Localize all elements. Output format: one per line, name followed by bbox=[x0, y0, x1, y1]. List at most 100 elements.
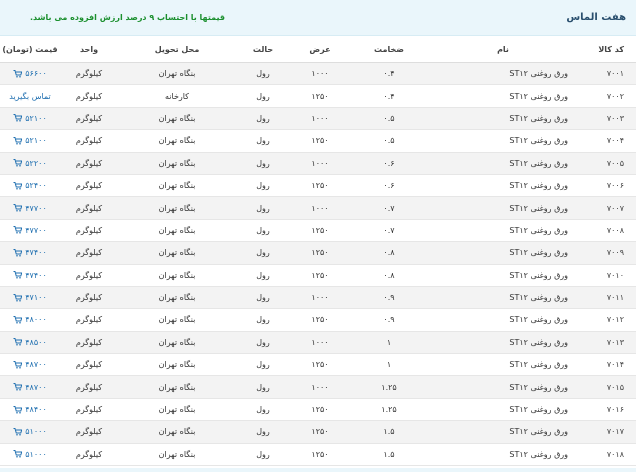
header-width: عرض bbox=[290, 36, 350, 63]
cell-thickness: ۰.۵ bbox=[350, 129, 428, 153]
cell-price[interactable]: ۴۷۱۰۰ bbox=[0, 286, 60, 310]
cell-code: ۷۰۱۸ bbox=[578, 443, 636, 467]
cell-name: ورق روغنی ST۱۲ bbox=[428, 420, 578, 444]
header-thickness: ضخامت bbox=[350, 36, 428, 63]
cart-icon[interactable] bbox=[13, 226, 23, 234]
cell-name: ورق روغنی ST۱۲ bbox=[428, 375, 578, 399]
vat-notice: قیمتها با احتساب ۹ درصد ارزش افزوده می ب… bbox=[30, 13, 225, 22]
header-delivery: محل تحویل bbox=[118, 36, 236, 63]
table-row: ۷۰۰۵ ورق روغنی ST۱۲ ۰.۶ ۱۰۰۰ رول بنگاه تهران ک… bbox=[0, 152, 636, 175]
cell-name: ورق روغنی ST۱۲ bbox=[428, 331, 578, 355]
cell-form: رول bbox=[236, 264, 290, 287]
cell-form: رول bbox=[236, 174, 290, 198]
price-value: ۵۲۲۰۰ bbox=[25, 158, 47, 168]
cell-code: ۷۰۱۵ bbox=[578, 375, 636, 399]
cell-form: رول bbox=[236, 152, 290, 175]
table-row: ۷۰۱۵ ورق روغنی ST۱۲ ۱.۲۵ ۱۰۰۰ رول بنگاه تهران… bbox=[0, 375, 636, 399]
cell-width: ۱۲۵۰ bbox=[290, 398, 350, 422]
table-header-row: کد کالا نام ضخامت عرض حالت محل تحویل واح… bbox=[0, 36, 636, 63]
price-table: کد کالا نام ضخامت عرض حالت محل تحویل واح… bbox=[0, 36, 636, 467]
cell-price[interactable]: ۵۱۰۰۰ bbox=[0, 420, 60, 444]
cell-form: رول bbox=[236, 286, 290, 310]
cell-price[interactable]: ۵۲۱۰۰ bbox=[0, 129, 60, 153]
cart-icon[interactable] bbox=[13, 159, 23, 167]
cart-icon[interactable] bbox=[13, 315, 23, 324]
cell-name: ورق روغنی ST۱۲ bbox=[428, 219, 578, 243]
cell-name: ورق روغنی ST۱۲ bbox=[428, 241, 578, 265]
header-name: نام bbox=[428, 36, 578, 63]
cell-price[interactable]: ۴۸۰۰۰ bbox=[0, 308, 60, 332]
cell-price[interactable]: ۴۷۴۰۰ bbox=[0, 264, 60, 287]
cart-icon[interactable] bbox=[13, 405, 23, 414]
cart-icon[interactable] bbox=[13, 69, 23, 78]
table-body: ۷۰۰۱ ورق روغنی ST۱۲ ۰.۴ ۱۰۰۰ رول بنگاه تهران ک… bbox=[0, 62, 636, 467]
cart-icon[interactable] bbox=[13, 293, 23, 302]
cell-delivery: کارخانه bbox=[118, 84, 236, 108]
cell-unit: کیلوگرم bbox=[60, 196, 118, 220]
price-value: تماس بگیرید bbox=[9, 91, 51, 101]
price-value: ۵۱۰۰۰ bbox=[25, 449, 47, 459]
cart-icon[interactable] bbox=[13, 204, 23, 212]
cell-thickness: ۱.۵ bbox=[350, 443, 428, 467]
cart-icon[interactable] bbox=[13, 338, 23, 346]
cell-width: ۱۲۵۰ bbox=[290, 264, 350, 287]
cell-delivery: بنگاه تهران bbox=[118, 62, 236, 86]
cell-thickness: ۰.۶ bbox=[350, 152, 428, 175]
cell-code: ۷۰۰۲ bbox=[578, 84, 636, 108]
table-row: ۷۰۱۸ ورق روغنی ST۱۲ ۱.۵ ۱۲۵۰ رول بنگاه تهران ک… bbox=[0, 443, 636, 467]
cell-price: تماس بگیرید bbox=[0, 84, 60, 108]
cell-code: ۷۰۱۳ bbox=[578, 331, 636, 355]
cell-unit: کیلوگرم bbox=[60, 331, 118, 355]
cell-price[interactable]: ۴۸۷۰۰ bbox=[0, 375, 60, 399]
cell-price[interactable]: ۵۲۲۰۰ bbox=[0, 152, 60, 175]
cell-unit: کیلوگرم bbox=[60, 286, 118, 310]
cell-price[interactable]: ۵۱۰۰۰ bbox=[0, 443, 60, 467]
cell-delivery: بنگاه تهران bbox=[118, 353, 236, 377]
cell-width: ۱۲۵۰ bbox=[290, 174, 350, 198]
cell-width: ۱۰۰۰ bbox=[290, 196, 350, 220]
cell-price[interactable]: ۴۸۴۰۰ bbox=[0, 398, 60, 422]
cell-delivery: بنگاه تهران bbox=[118, 286, 236, 310]
cell-thickness: ۱.۵ bbox=[350, 420, 428, 444]
cell-price[interactable]: ۴۸۵۰۰ bbox=[0, 331, 60, 355]
price-value: ۴۷۷۰۰ bbox=[25, 225, 47, 235]
header-form: حالت bbox=[236, 36, 290, 63]
cell-delivery: بنگاه تهران bbox=[118, 420, 236, 444]
cell-price[interactable]: ۵۲۱۰۰ bbox=[0, 107, 60, 131]
cart-icon[interactable] bbox=[13, 271, 23, 279]
cell-delivery: بنگاه تهران bbox=[118, 308, 236, 332]
cell-delivery: بنگاه تهران bbox=[118, 375, 236, 399]
cell-thickness: ۰.۶ bbox=[350, 174, 428, 198]
cell-form: رول bbox=[236, 331, 290, 355]
cell-price[interactable]: ۴۸۷۰۰ bbox=[0, 353, 60, 377]
cart-icon[interactable] bbox=[13, 136, 23, 145]
price-value: ۵۲۱۰۰ bbox=[25, 113, 47, 123]
cart-icon[interactable] bbox=[13, 450, 23, 458]
cart-icon[interactable] bbox=[13, 181, 23, 190]
cell-unit: کیلوگرم bbox=[60, 219, 118, 243]
cart-icon[interactable] bbox=[13, 114, 23, 123]
cell-price[interactable]: ۴۷۷۰۰ bbox=[0, 219, 60, 243]
cart-icon[interactable] bbox=[13, 360, 23, 369]
cell-delivery: بنگاه تهران bbox=[118, 196, 236, 220]
cart-icon[interactable] bbox=[13, 383, 23, 391]
table-row: ۷۰۰۴ ورق روغنی ST۱۲ ۰.۵ ۱۲۵۰ رول بنگاه تهران ک… bbox=[0, 129, 636, 153]
cell-unit: کیلوگرم bbox=[60, 398, 118, 422]
cell-form: رول bbox=[236, 420, 290, 444]
cart-icon[interactable] bbox=[13, 427, 23, 436]
cell-price[interactable]: ۵۶۶۰۰ bbox=[0, 62, 60, 86]
cell-price[interactable]: ۴۷۷۰۰ bbox=[0, 196, 60, 220]
cell-thickness: ۱ bbox=[350, 353, 428, 377]
cell-form: رول bbox=[236, 241, 290, 265]
cell-price[interactable]: ۵۲۴۰۰ bbox=[0, 174, 60, 198]
cell-price[interactable]: ۴۷۴۰۰ bbox=[0, 241, 60, 265]
cell-unit: کیلوگرم bbox=[60, 420, 118, 444]
footer-strip bbox=[0, 468, 636, 472]
cart-icon[interactable] bbox=[13, 248, 23, 257]
table-row: ۷۰۱۱ ورق روغنی ST۱۲ ۰.۹ ۱۰۰۰ رول بنگاه تهران ک… bbox=[0, 286, 636, 310]
table-row: ۷۰۰۳ ورق روغنی ST۱۲ ۰.۵ ۱۰۰۰ رول بنگاه تهران ک… bbox=[0, 107, 636, 131]
cell-delivery: بنگاه تهران bbox=[118, 219, 236, 243]
cell-name: ورق روغنی ST۱۲ bbox=[428, 286, 578, 310]
cell-width: ۱۲۵۰ bbox=[290, 219, 350, 243]
cell-name: ورق روغنی ST۱۲ bbox=[428, 264, 578, 287]
